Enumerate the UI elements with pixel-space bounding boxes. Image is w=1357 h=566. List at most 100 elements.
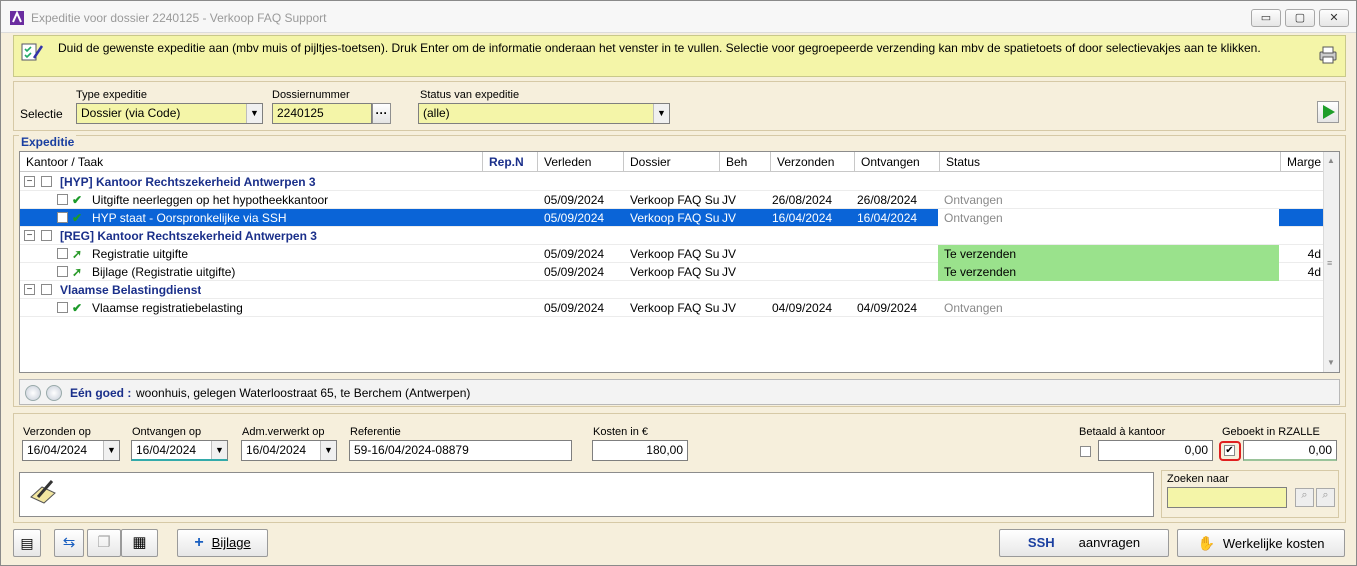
ontvangen-cell <box>851 263 936 281</box>
check-icon: ✔ <box>72 301 83 315</box>
scroll-down-icon[interactable]: ▼ <box>1327 358 1335 367</box>
column-header-5[interactable]: Verzonden <box>771 152 855 172</box>
betaald-input[interactable]: 0,00 <box>1098 440 1213 461</box>
expeditie-grid[interactable]: Kantoor / Taak Rep.N Verleden Dossier Beh Ver… <box>19 151 1340 373</box>
table-row[interactable]: ✔ Vlaamse registratiebelasting 05/09/2024 V… <box>20 299 1325 317</box>
dossier-cell: Verkoop FAQ Sup <box>630 301 720 315</box>
row-checkbox[interactable] <box>57 266 68 277</box>
zoeken-panel: Zoeken naar ⌕ ⌕ <box>1161 470 1339 518</box>
column-header-8[interactable]: Marge <box>1281 152 1325 172</box>
row-checkbox[interactable] <box>41 284 52 295</box>
status-cell: Te verzenden <box>938 245 1279 263</box>
column-header-2[interactable]: Verleden <box>538 152 624 172</box>
adm-verwerkt-date-input[interactable]: 16/04/2024 ▼ <box>241 440 337 461</box>
verleden-cell: 05/09/2024 <box>544 301 605 315</box>
run-button[interactable] <box>1317 101 1339 123</box>
calendar-button[interactable]: ▦ <box>121 529 158 557</box>
printer-icon[interactable] <box>1317 44 1339 66</box>
ssh-label: SSH <box>1027 535 1055 550</box>
table-row[interactable]: ➚ Bijlage (Registratie uitgifte) 05/09/202… <box>20 263 1325 281</box>
task-name: HYP staat - Oorspronkelijke via SSH <box>92 211 287 225</box>
table-row[interactable]: ✔ HYP staat - Oorspronkelijke via SSH 05/0… <box>20 209 1325 227</box>
werkelijke-kosten-label: Werkelijke kosten <box>1222 536 1325 551</box>
beh-cell: JV <box>722 211 737 225</box>
status-expeditie-select[interactable]: (alle) ▼ <box>418 103 670 124</box>
close-button[interactable]: ✕ <box>1319 9 1349 27</box>
ssh-aanvragen-button[interactable]: SSH aanvragen <box>999 529 1169 557</box>
group-row[interactable]: − [HYP] Kantoor Rechtszekerheid Antwerpen… <box>20 173 1325 191</box>
search-next-icon[interactable]: ⌕ <box>1316 488 1335 507</box>
scroll-up-icon[interactable]: ▲ <box>1327 156 1335 165</box>
zoeken-label: Zoeken naar <box>1167 473 1229 485</box>
column-header-4[interactable]: Beh <box>720 152 771 172</box>
money-hand-icon: ✋ <box>1197 535 1215 551</box>
column-header-3[interactable]: Dossier <box>624 152 720 172</box>
settings-button[interactable]: ▤ <box>13 529 41 557</box>
row-checkbox[interactable] <box>41 230 52 241</box>
adm-verwerkt-value: 16/04/2024 <box>246 443 307 457</box>
dossier-lookup-button[interactable]: ··· <box>372 103 391 124</box>
marge-cell <box>1281 191 1325 209</box>
geboekt-input[interactable]: 0,00 <box>1243 440 1337 461</box>
send-arrow-icon: ➚ <box>72 247 83 261</box>
marge-cell: 4d <box>1307 247 1321 261</box>
table-row[interactable]: ✔ Uitgifte neerleggen op het hypotheekkan… <box>20 191 1325 209</box>
close-icon: ✕ <box>1329 12 1339 24</box>
referentie-input[interactable]: 59-16/04/2024-08879 <box>349 440 572 461</box>
chevron-down-icon[interactable]: ▼ <box>320 441 336 460</box>
collapse-icon[interactable]: − <box>24 284 35 295</box>
dossiernummer-input[interactable]: 2240125 <box>272 103 372 124</box>
verzonden-cell: 26/08/2024 <box>772 193 833 207</box>
bijlage-button[interactable]: + Bijlage <box>177 529 268 557</box>
column-header-1[interactable]: Rep.N <box>483 152 538 172</box>
chevron-down-icon[interactable]: ▼ <box>103 441 119 460</box>
check-icon: ✔ <box>72 211 83 225</box>
vertical-scrollbar[interactable]: ▲ ≡ ▼ <box>1323 152 1339 372</box>
copy-button[interactable]: ❐ <box>87 529 121 557</box>
verleden-cell: 05/09/2024 <box>544 265 605 279</box>
betaald-checkbox[interactable] <box>1080 446 1091 457</box>
next-goed-icon[interactable] <box>46 385 62 401</box>
column-header-6[interactable]: Ontvangen <box>855 152 940 172</box>
memo-area[interactable] <box>19 472 1154 517</box>
row-checkbox[interactable] <box>57 248 68 259</box>
transfer-button[interactable]: ⇆ <box>54 529 84 557</box>
task-name: Vlaamse registratiebelasting <box>92 301 243 315</box>
collapse-icon[interactable]: − <box>24 176 35 187</box>
beh-cell: JV <box>722 193 737 207</box>
group-row[interactable]: − Vlaamse Belastingdienst <box>20 281 1325 299</box>
prev-goed-icon[interactable] <box>25 385 41 401</box>
row-checkbox[interactable] <box>57 212 68 223</box>
type-expeditie-select[interactable]: Dossier (via Code) ▼ <box>76 103 263 124</box>
search-prev-icon[interactable]: ⌕ <box>1295 488 1314 507</box>
group-row[interactable]: − [REG] Kantoor Rechtszekerheid Antwerpen… <box>20 227 1325 245</box>
row-checkbox[interactable] <box>57 302 68 313</box>
verzonden-date-input[interactable]: 16/04/2024 ▼ <box>22 440 120 461</box>
info-text: Duid de gewenste expeditie aan (mbv muis… <box>58 41 1261 55</box>
row-checkbox[interactable] <box>57 194 68 205</box>
chevron-down-icon[interactable]: ▼ <box>246 104 262 123</box>
ontvangen-date-input[interactable]: 16/04/2024 ▼ <box>131 440 228 461</box>
collapse-icon[interactable]: − <box>24 230 35 241</box>
restore-button[interactable]: ▢ <box>1285 9 1315 27</box>
ontvangen-cell <box>851 245 936 263</box>
geboekt-checkbox[interactable]: ✔ <box>1224 445 1235 456</box>
chevron-down-icon[interactable]: ▼ <box>211 441 227 459</box>
kosten-input[interactable]: 180,00 <box>592 440 688 461</box>
dossier-cell: Verkoop FAQ Sup <box>630 265 720 279</box>
minimize-button[interactable]: ▭ <box>1251 9 1281 27</box>
table-row[interactable]: ➚ Registratie uitgifte 05/09/2024 Verkoop F… <box>20 245 1325 263</box>
aanvragen-label: aanvragen <box>1078 535 1141 550</box>
column-header-7[interactable]: Status <box>940 152 1281 172</box>
chevron-down-icon[interactable]: ▼ <box>653 104 669 123</box>
task-name: Registratie uitgifte <box>92 247 189 261</box>
task-name: Bijlage (Registratie uitgifte) <box>92 265 236 279</box>
row-checkbox[interactable] <box>41 176 52 187</box>
ontvangen-cell: 16/04/2024 <box>857 211 918 225</box>
task-name: Uitgifte neerleggen op het hypotheekkant… <box>92 193 329 207</box>
werkelijke-kosten-button[interactable]: ✋ Werkelijke kosten <box>1177 529 1345 557</box>
marge-cell <box>1281 299 1325 317</box>
geboekt-value: 0,00 <box>1308 443 1332 457</box>
column-header-0[interactable]: Kantoor / Taak <box>20 152 483 172</box>
zoeken-input[interactable] <box>1167 487 1287 508</box>
